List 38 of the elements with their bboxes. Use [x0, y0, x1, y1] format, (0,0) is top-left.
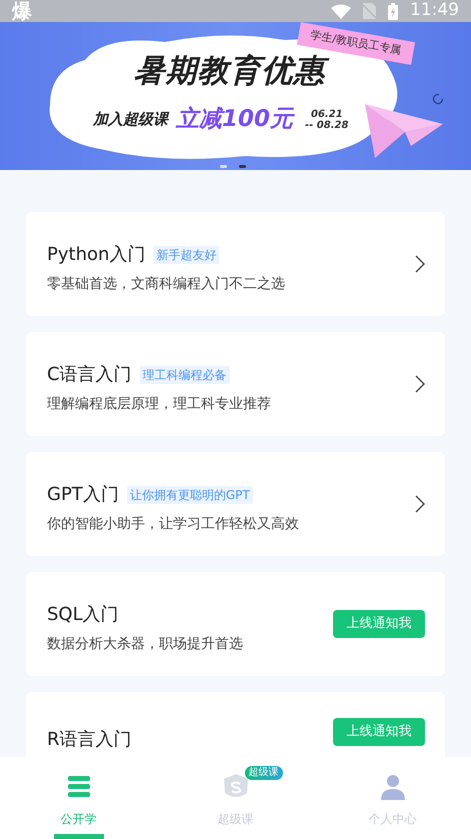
nav-label: 个人中心	[368, 811, 416, 828]
promo-banner[interactable]: 暑期教育优惠 加入超级课 立减100元 06.21 -- 08.28 学生/教职员工专属	[0, 22, 471, 170]
no-sim-icon	[363, 3, 376, 19]
course-title: Python入门	[47, 243, 146, 267]
discount-text: 立减100元	[176, 108, 294, 131]
course-card[interactable]: SQL入门 数据分析大杀器，职场提升首选 上线通知我	[26, 572, 445, 676]
active-indicator	[54, 834, 104, 839]
chevron-right-icon	[415, 495, 425, 513]
course-subtitle: 零基础首选，文商科编程入门不二之选	[47, 275, 285, 294]
course-tag: 理工科编程必备	[140, 366, 230, 384]
end-date: -- 08.28	[305, 120, 348, 130]
course-title: R语言入门	[47, 728, 132, 752]
chevron-right-icon	[415, 255, 425, 273]
course-card[interactable]: C语言入门 理工科编程必备 理解编程底层原理，理工科专业推荐	[26, 332, 445, 436]
course-card[interactable]: Python入门 新手超友好 零基础首选，文商科编程入门不二之选	[26, 212, 445, 316]
nav-label: 公开学	[60, 811, 96, 828]
course-tag: 让你拥有更聪明的GPT	[126, 486, 253, 504]
course-title: SQL入门	[47, 603, 119, 627]
course-subtitle: 数据分析大杀器，职场提升首选	[47, 635, 243, 654]
app-glyph: 爆	[12, 1, 32, 21]
clock: 11:49	[410, 0, 459, 22]
course-card[interactable]: R语言入门 上线通知我	[26, 692, 445, 757]
course-title: GPT入门	[47, 483, 119, 507]
course-subtitle: 理解编程底层原理，理工科专业推荐	[47, 395, 271, 414]
nav-badge: 超级课	[244, 766, 282, 780]
list-icon	[66, 776, 90, 798]
battery-icon	[388, 2, 398, 20]
start-date: 06.21	[310, 108, 344, 120]
chevron-right-icon	[415, 375, 425, 393]
wifi-icon	[331, 4, 351, 18]
course-card[interactable]: GPT入门 让你拥有更聪明的GPT 你的智能小助手，让学习工作轻松又高效	[26, 452, 445, 556]
course-tag: 新手超友好	[153, 246, 220, 264]
nav-label: 超级课	[218, 811, 254, 828]
person-icon	[380, 774, 404, 800]
course-subtitle: 你的智能小助手，让学习工作轻松又高效	[47, 515, 299, 534]
banner-subtitle: 加入超级课	[93, 109, 168, 130]
course-title: C语言入门	[47, 363, 132, 387]
refresh-icon	[432, 93, 444, 105]
